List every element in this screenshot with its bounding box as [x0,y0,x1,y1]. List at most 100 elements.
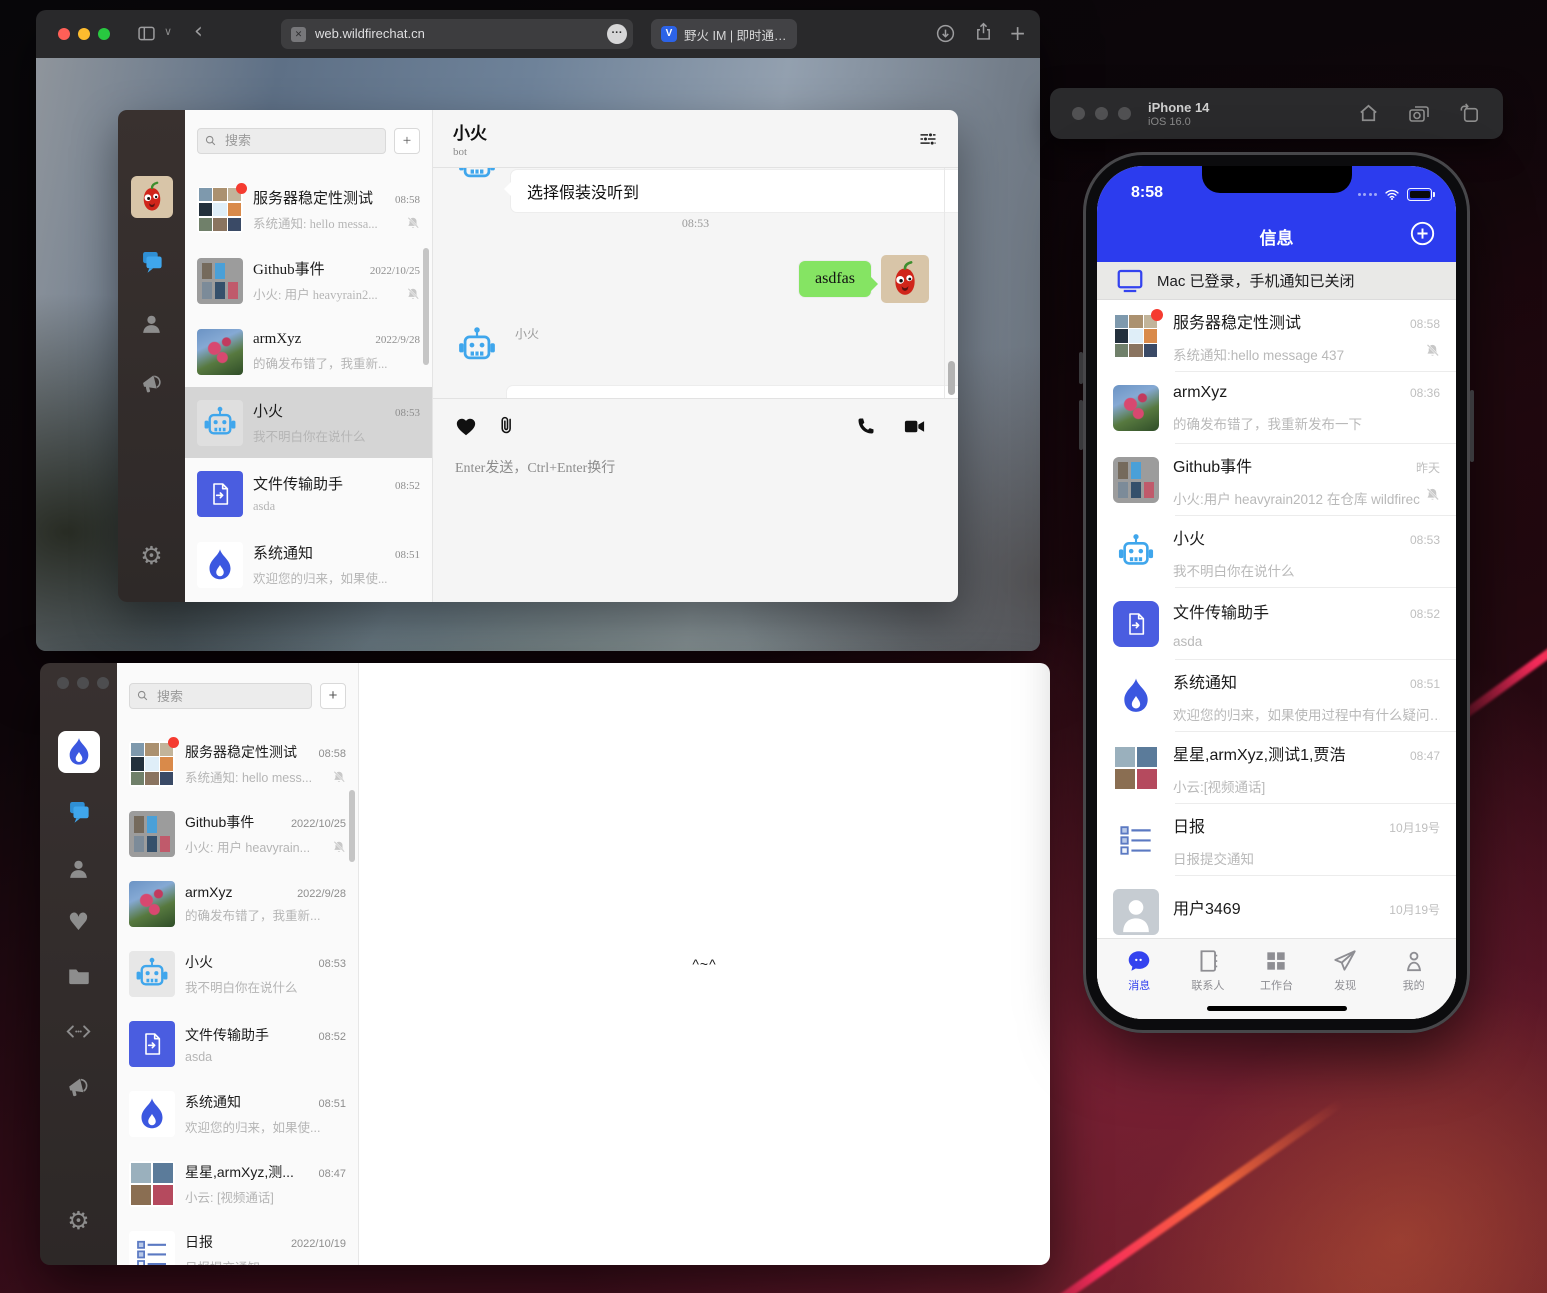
more-icon[interactable]: ··· [607,24,627,44]
message-input-area[interactable]: Enter发送，Ctrl+Enter换行 [433,398,958,602]
chat-preview: 小云:[视频通话] [1173,779,1266,795]
channels-tab-icon[interactable] [139,370,165,396]
chat-list-item[interactable]: 系统通知 08:51 欢迎您的归来，如果使... [117,1079,358,1149]
mac-login-banner[interactable]: Mac 已登录，手机通知已关闭 [1097,262,1456,300]
window-controls[interactable] [1072,107,1131,120]
chat-list-item[interactable]: 日报 10月19号 日报提交通知 [1097,804,1456,876]
chevron-down-icon[interactable]: ∨ [164,26,172,37]
share-icon[interactable] [973,21,994,42]
user-avatar[interactable] [57,731,100,773]
rotate-icon[interactable] [1458,102,1481,125]
chat-name: armXyz [253,331,302,347]
user-avatar[interactable] [130,176,173,218]
new-tab-icon[interactable]: + [1009,23,1026,43]
chat-list-item[interactable]: 小火 08:53 我不明白你在说什么 [1097,516,1456,588]
chat-list-item[interactable]: 星星,armXyz,测... 08:47 小云: [视频通话] [117,1149,358,1219]
chat-name: 系统通知 [185,1094,241,1110]
empty-conversation-area: ^~^ [358,663,1050,1265]
chat-name: Github事件 [253,262,325,278]
chat-list-item[interactable]: 文件传输助手 08:52 asda [1097,588,1456,660]
close-button[interactable] [1072,107,1085,120]
tab-label: 发现 [1334,980,1357,992]
chat-list-item[interactable]: 日报 2022/10/19 日报提交通知 [117,1219,358,1265]
conversations-tab-icon[interactable] [138,248,165,275]
voice-call-icon[interactable] [856,416,876,436]
zoom-button[interactable] [98,28,110,40]
message-bubble-incoming[interactable]: 我不明白你在说什么 [507,386,958,398]
search-input[interactable] [197,128,386,154]
sidebar-toggle-icon[interactable] [136,23,157,44]
attachment-icon[interactable] [497,415,518,436]
conversations-tab-icon[interactable] [65,798,92,825]
chat-list-item[interactable]: armXyz 08:36 的确发布错了，我重新发布一下 [1097,372,1456,444]
video-call-icon[interactable] [903,415,926,438]
chat-list-item[interactable]: Github事件 2022/10/25 小火: 用户 heavyrain... [117,799,358,869]
search-field[interactable] [129,683,312,709]
chat-list-item[interactable]: 小火 08:53 我不明白你在说什么 [117,939,358,1009]
outgoing-message-row: asdfas [799,255,929,303]
close-button[interactable] [58,28,70,40]
close-button[interactable] [57,677,69,689]
robot-avatar[interactable] [455,324,499,368]
minimize-button[interactable] [1095,107,1108,120]
settings-gear-icon[interactable]: ⚙ [140,543,162,568]
tab-label: 工作台 [1259,980,1293,992]
new-chat-button[interactable]: + [320,683,346,709]
zoom-button[interactable] [97,677,109,689]
chat-list-item[interactable]: 星星,armXyz,测试1,贾浩 08:47 小云:[视频通话] [1097,732,1456,804]
tab-me[interactable]: 我的 [1379,948,1448,1019]
site-settings-icon[interactable]: ✕ [291,26,306,42]
channels-tab-icon[interactable] [65,1073,92,1100]
chat-list-item[interactable]: armXyz 2022/9/28 的确发布错了，我重新... [117,869,358,939]
contacts-tab-icon[interactable] [66,856,91,881]
tab-messages[interactable]: 消息 [1105,948,1174,1019]
new-chat-icon[interactable] [1409,220,1436,247]
group-avatar [197,257,243,304]
battery-icon [1407,188,1435,201]
chat-list-item[interactable]: armXyz 2022/9/28 的确发布错了，我重新... [185,316,432,387]
list-scrollbar[interactable] [349,790,355,862]
window-controls[interactable] [58,28,110,40]
chat-list-item-selected[interactable]: 小火 08:53 我不明白你在说什么 [185,387,432,458]
files-folder-icon[interactable] [66,963,92,989]
chat-time: 08:52 [1409,607,1440,621]
chat-list-item[interactable]: 服务器稳定性测试 08:58 系统通知:hello message 437 [1097,300,1456,372]
downloads-icon[interactable] [935,23,956,44]
screenshot-camera-icon[interactable] [1407,102,1431,126]
window-controls[interactable] [57,677,109,689]
back-icon[interactable]: ‹ [194,21,203,43]
chat-list-item[interactable]: 文件传输助手 08:52 asda [185,458,432,529]
sender-avatar[interactable] [881,255,929,303]
chat-list-item[interactable]: Github事件 昨天 小火:用户 heavyrain2012 在仓库 wildf… [1097,444,1456,516]
chat-time: 08:51 [318,1098,346,1110]
sticker-heart-icon[interactable] [455,416,477,438]
favorites-heart-icon[interactable]: ♥ [68,910,90,934]
conversation-settings-icon[interactable] [918,129,938,149]
chat-list-item[interactable]: 系统通知 08:51 欢迎您的归来，如果使... [185,529,432,600]
dev-code-icon[interactable] [65,1018,92,1045]
chat-list-item[interactable]: 系统通知 08:51 欢迎您的归来，如果使用过程中有什么疑问… [1097,660,1456,732]
address-bar[interactable]: ✕ web.wildfirechat.cn ··· [281,19,633,49]
person-silhouette-icon [1114,890,1158,934]
home-icon[interactable] [1357,102,1380,125]
search-field[interactable] [197,128,386,154]
message-bubble-outgoing[interactable]: asdfas [799,261,878,297]
search-input[interactable] [129,683,312,709]
messages-scrollbar[interactable] [948,361,955,395]
home-indicator[interactable] [1206,1006,1347,1011]
unread-dot [236,182,247,194]
settings-gear-icon[interactable]: ⚙ [67,1208,89,1233]
chat-list-item[interactable]: 服务器稳定性测试 08:58 系统通知: hello messa... [185,174,432,245]
minimize-button[interactable] [78,28,90,40]
chat-list-item[interactable]: Github事件 2022/10/25 小火: 用户 heavyrain2... [185,245,432,316]
minimize-button[interactable] [77,677,89,689]
list-scrollbar[interactable] [423,248,429,365]
chat-list-item[interactable]: 文件传输助手 08:52 asda [117,1009,358,1079]
message-bubble-incoming[interactable]: 选择假装没听到 [504,170,958,212]
browser-tab[interactable]: V 野火 IM | 即时通… [651,19,797,49]
zoom-button[interactable] [1118,107,1131,120]
chat-time: 2022/9/28 [297,888,346,900]
new-chat-button[interactable]: + [394,128,420,154]
contacts-tab-icon[interactable] [139,311,164,336]
chat-list-item[interactable]: 服务器稳定性测试 08:58 系统通知: hello mess... [117,729,358,799]
